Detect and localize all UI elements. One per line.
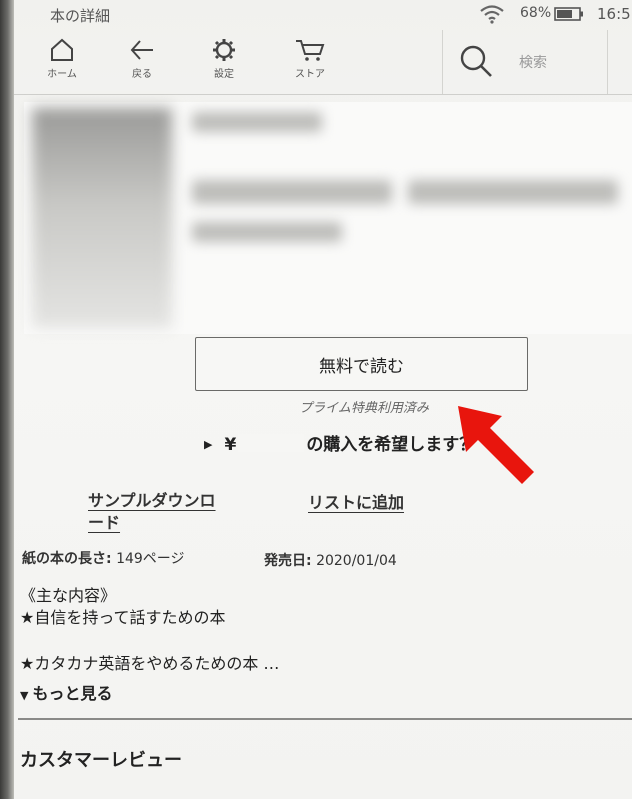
sample-download-link[interactable]: サンプルダウンロード xyxy=(88,490,224,534)
battery-icon xyxy=(554,7,583,21)
release-date-value: 2020/01/04 xyxy=(316,553,397,569)
blurred-title-part3 xyxy=(192,222,342,242)
red-annotation-arrow-icon xyxy=(458,406,534,484)
toolbar: ホーム 戻る 設定 ストア 検索 xyxy=(14,30,632,95)
blurred-title-part1 xyxy=(192,180,392,204)
book-header-blurred xyxy=(24,102,632,334)
store-label: ストア xyxy=(295,69,325,80)
status-bar: 本の詳細 68% 16:5 xyxy=(14,0,632,30)
back-label: 戻る xyxy=(132,69,152,80)
expand-down-triangle-icon: ▼ xyxy=(20,689,29,702)
settings-label: 設定 xyxy=(214,69,234,80)
cart-icon xyxy=(296,40,325,61)
release-date-key: 発売日: xyxy=(264,553,312,569)
page-length-key: 紙の本の長さ: xyxy=(22,551,112,567)
back-arrow-icon xyxy=(130,40,153,60)
description-line-2: ★カタカナ英語をやめるための本 … xyxy=(20,654,280,673)
store-button[interactable]: ストア xyxy=(280,38,340,90)
wifi-icon xyxy=(480,5,504,24)
release-date: 発売日: 2020/01/04 xyxy=(264,550,397,570)
show-more-link[interactable]: ▼ もっと見る xyxy=(20,680,112,704)
kindle-screen: 本の詳細 68% 16:5 ホーム 戻る 設定 ストア 検索 無料で読む プライ… xyxy=(14,0,632,799)
expand-triangle-icon: ▶ xyxy=(204,438,213,451)
settings-button[interactable]: 設定 xyxy=(194,38,254,90)
blurred-title-part2 xyxy=(408,180,618,204)
add-to-list-link[interactable]: リストに追加 xyxy=(308,492,404,514)
section-divider xyxy=(18,718,632,720)
settings-icon xyxy=(213,39,235,61)
page-length-value: 149ページ xyxy=(116,551,185,567)
page-length: 紙の本の長さ: 149ページ xyxy=(22,548,185,568)
search-icon xyxy=(460,45,492,77)
show-more-label: もっと見る xyxy=(32,684,113,703)
price-currency: ¥ xyxy=(224,435,237,455)
search-box[interactable]: 検索 xyxy=(442,30,608,94)
purchase-request-link[interactable]: ▶ ¥ の購入を希望します？ xyxy=(204,430,476,455)
back-button[interactable]: 戻る xyxy=(112,38,172,90)
price-redacted xyxy=(238,434,305,452)
book-cover-blurred xyxy=(32,108,172,328)
device-bezel xyxy=(0,0,14,799)
battery-percent: 68% xyxy=(520,5,552,21)
clock: 16:5 xyxy=(597,5,631,23)
read-free-button[interactable]: 無料で読む xyxy=(195,337,528,391)
home-button[interactable]: ホーム xyxy=(32,38,92,90)
home-label: ホーム xyxy=(47,69,77,80)
customer-reviews-heading: カスタマーレビュー xyxy=(20,750,182,771)
purchase-request-text: の購入を希望します？ xyxy=(306,435,477,455)
description-line-1: ★自信を持って話すための本 xyxy=(20,608,226,627)
search-placeholder: 検索 xyxy=(519,55,547,71)
home-icon xyxy=(51,38,73,61)
screen-title: 本の詳細 xyxy=(50,7,111,25)
description-heading: 《主な内容》 xyxy=(20,586,117,605)
blurred-author xyxy=(192,112,322,132)
